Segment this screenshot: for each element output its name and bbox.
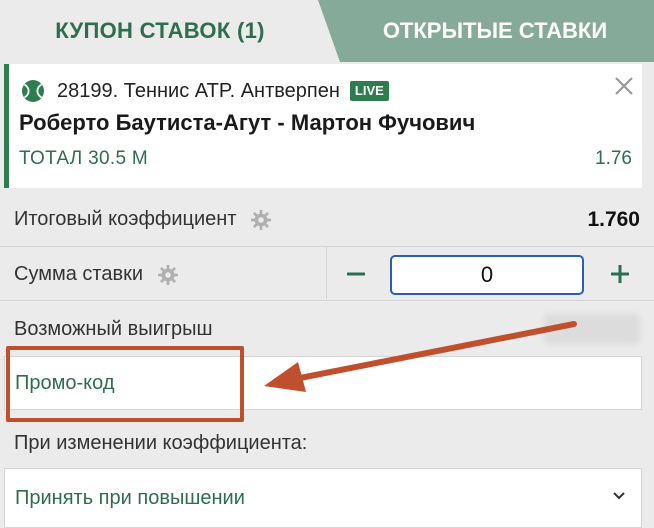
plus-icon: [611, 265, 629, 283]
odds-change-selected: Принять при повышении: [15, 486, 245, 509]
promo-code-label: Промо-код: [15, 371, 115, 394]
gear-icon[interactable]: [157, 264, 179, 286]
tennis-ball-icon: [22, 80, 44, 102]
event-line: 28199. Теннис ATP. Антверпен LIVE: [21, 78, 389, 104]
bet-selection-card: 28199. Теннис ATP. Антверпен LIVE Роберт…: [4, 64, 642, 188]
possible-win-row: Возможный выигрыш: [14, 318, 213, 341]
match-title: Роберто Баутиста-Агут - Мартон Фучович: [19, 110, 476, 135]
stake-label: Сумма ставки: [14, 263, 144, 285]
total-odds-value: 1.760: [587, 208, 640, 231]
tab-open-bets[interactable]: ОТКРЫТЫЕ СТАВКИ: [318, 0, 654, 62]
possible-win-value: [544, 314, 640, 344]
total-odds-label: Итоговый коэффициент: [14, 208, 237, 230]
minus-icon: [347, 272, 365, 276]
market-label: ТОТАЛ 30.5 М: [19, 148, 149, 169]
promo-code-field[interactable]: Промо-код: [4, 356, 642, 410]
live-badge: LIVE: [349, 81, 389, 101]
bet-tabs: КУПОН СТАВОК (1) ОТКРЫТЫЕ СТАВКИ: [0, 0, 654, 62]
odds-change-select[interactable]: Принять при повышении: [4, 468, 642, 528]
divider: [0, 300, 654, 301]
increase-stake-button[interactable]: [598, 252, 642, 296]
total-odds-row: Итоговый коэффициент: [14, 208, 272, 231]
odds-change-label: При изменении коэффициента:: [14, 432, 308, 454]
divider: [326, 247, 327, 299]
divider: [0, 246, 654, 247]
odds-change-row: При изменении коэффициента:: [14, 432, 307, 455]
stake-row: Сумма ставки: [14, 263, 179, 286]
event-name: 28199. Теннис ATP. Антверпен: [57, 79, 340, 102]
tab-coupon[interactable]: КУПОН СТАВОК (1): [0, 0, 320, 62]
chevron-down-icon: [613, 492, 625, 500]
stake-input[interactable]: [390, 255, 584, 295]
market-odds: 1.76: [595, 148, 632, 169]
possible-win-label: Возможный выигрыш: [14, 318, 213, 340]
close-icon[interactable]: [612, 74, 636, 98]
decrease-stake-button[interactable]: [334, 252, 378, 296]
gear-icon[interactable]: [250, 209, 272, 231]
